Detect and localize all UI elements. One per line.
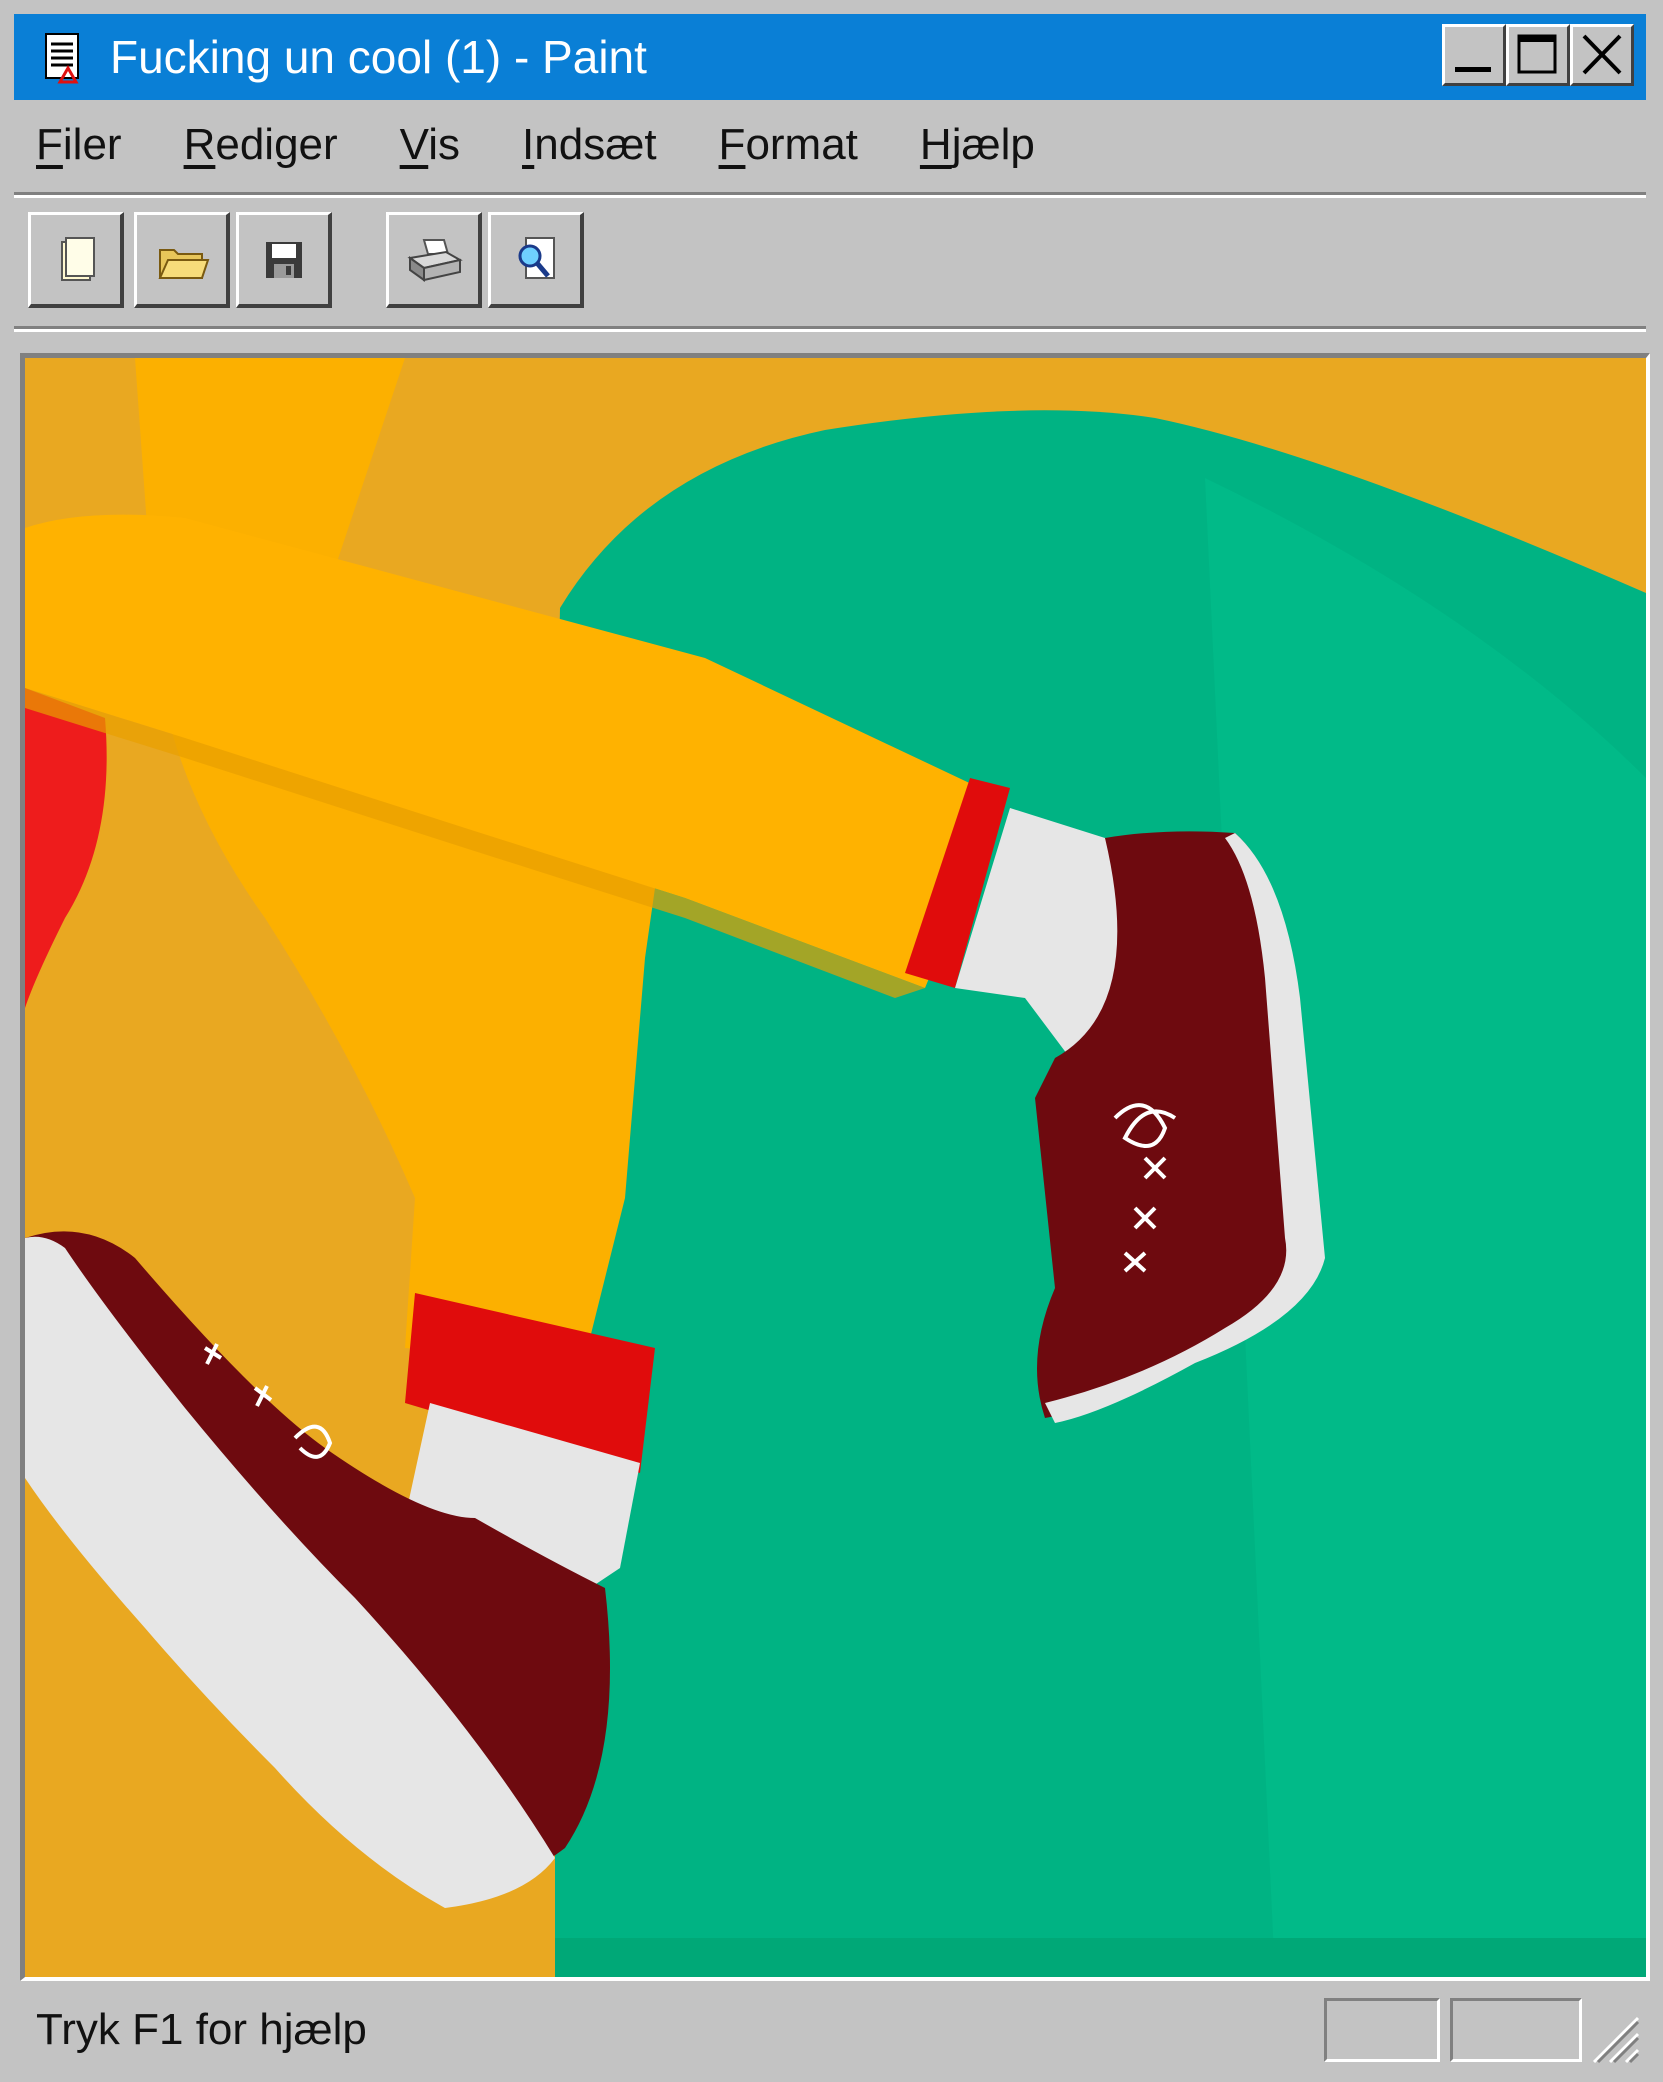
minimize-icon [1455,67,1491,72]
open-folder-icon [157,248,209,279]
status-panel-2 [1450,1998,1582,2062]
menu-separator [14,192,1646,198]
print-icon [406,238,463,282]
paint-window: Fucking un cool (1) - Paint Filer Redige… [0,0,1663,2082]
print-preview-button[interactable] [488,212,584,308]
menu-hjaelp[interactable]: Hjælp [896,120,1035,170]
status-text: Tryk F1 for hjælp [36,2005,367,2054]
menu-filer[interactable]: Filer [14,120,122,170]
save-button[interactable] [236,212,332,308]
print-button[interactable] [386,212,482,308]
open-button[interactable] [134,212,230,308]
window-controls [1442,24,1634,86]
drawing-canvas[interactable] [20,353,1650,1981]
close-button[interactable] [1570,24,1634,86]
new-button[interactable] [28,212,124,308]
status-panel-1 [1324,1998,1440,2062]
minimize-button[interactable] [1442,24,1506,86]
new-document-icon [60,236,95,281]
toolbar-separator [14,326,1646,332]
status-bar: Tryk F1 for hjælp [14,1990,1646,2070]
window-title: Fucking un cool (1) - Paint [110,31,647,83]
close-icon [1582,34,1622,75]
maximize-icon [1517,34,1557,74]
print-preview-icon [518,236,555,279]
menu-indsaet[interactable]: Indsæt [498,120,657,170]
save-floppy-icon [265,241,302,278]
menu-rediger[interactable]: Rediger [160,120,338,170]
canvas-illustration [25,358,1646,1977]
menu-vis[interactable]: Vis [376,120,460,170]
paint-app-icon [45,33,79,84]
menu-bar: Filer Rediger Vis Indsæt Format Hjælp [14,112,1073,178]
title-bar[interactable]: Fucking un cool (1) - Paint [14,14,1646,100]
resize-grip-icon[interactable] [1584,2008,1640,2064]
maximize-button[interactable] [1506,24,1570,86]
menu-format[interactable]: Format [695,120,858,170]
